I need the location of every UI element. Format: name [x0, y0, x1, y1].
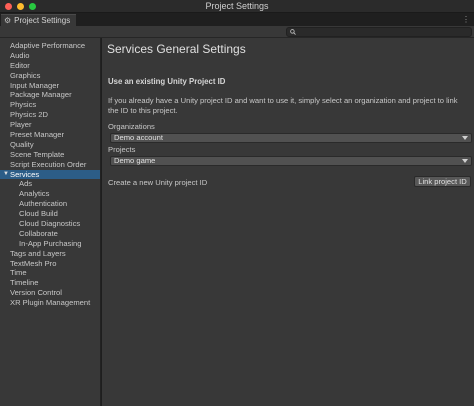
tab-label: Project Settings: [14, 16, 71, 25]
sidebar-item[interactable]: XR Plugin Management: [0, 298, 100, 308]
main-panel: Services General Settings Use an existin…: [102, 38, 474, 406]
gear-icon: ⚙: [4, 15, 12, 25]
window-title: Project Settings: [205, 1, 269, 11]
sidebar-item-label: Editor: [10, 60, 30, 70]
page-title: Services General Settings: [107, 42, 246, 56]
search-icon: [290, 29, 296, 35]
sidebar-item-label: Version Control: [10, 288, 62, 298]
sidebar-item-label: In-App Purchasing: [19, 238, 82, 248]
tab-project-settings[interactable]: ⚙ Project Settings: [1, 14, 76, 26]
sidebar-item[interactable]: Preset Manager: [0, 130, 100, 140]
sidebar-item-label: Graphics: [10, 70, 41, 80]
sidebar-item-label: Physics 2D: [10, 110, 48, 120]
sidebar-item[interactable]: TextMesh Pro: [0, 259, 100, 269]
tab-bar: ⚙ Project Settings ⋮: [0, 13, 474, 26]
settings-sidebar: Adaptive Performance Audio Editor Graphics I…: [0, 38, 101, 406]
sidebar-item[interactable]: Script Execution Order: [0, 160, 100, 170]
sidebar-item[interactable]: Collaborate: [0, 229, 100, 239]
link-project-id-button[interactable]: Link project ID: [414, 176, 471, 187]
sidebar-item-label: Analytics: [19, 189, 50, 199]
sidebar-item-label: TextMesh Pro: [10, 258, 57, 268]
description-text: If you already have a Unity project ID a…: [108, 96, 458, 115]
sidebar-item[interactable]: Audio: [0, 51, 100, 61]
sidebar-item-label: Cloud Build: [19, 209, 58, 219]
sidebar-item[interactable]: Input Manager: [0, 81, 100, 91]
title-bar: Project Settings: [0, 0, 474, 13]
sidebar-item[interactable]: Package Manager: [0, 90, 100, 100]
sidebar-item-label: Collaborate: [19, 228, 58, 238]
sidebar-item[interactable]: Scene Template: [0, 150, 100, 160]
sidebar-item-label: Services: [10, 169, 40, 179]
sidebar-item-label: Physics: [10, 100, 37, 110]
sidebar-item-label: Preset Manager: [10, 130, 65, 140]
sidebar-item-label: Cloud Diagnostics: [19, 219, 81, 229]
sidebar-item-label: XR Plugin Management: [10, 298, 91, 308]
sidebar-item[interactable]: Tags and Layers: [0, 249, 100, 259]
sidebar-item-label: Input Manager: [10, 80, 59, 90]
create-project-label: Create a new Unity project ID: [108, 178, 208, 187]
sidebar-item[interactable]: In-App Purchasing: [0, 239, 100, 249]
sidebar-item-label: Authentication: [19, 199, 68, 209]
chevron-down-icon[interactable]: ▼: [3, 170, 9, 180]
organizations-dropdown[interactable]: Demo account: [110, 133, 472, 143]
sidebar-item[interactable]: Ads: [0, 179, 100, 189]
sidebar-item[interactable]: Timeline: [0, 278, 100, 288]
organizations-value: Demo account: [114, 133, 163, 142]
sidebar-item[interactable]: ▼ Services: [0, 169, 100, 180]
sidebar-item-label: Ads: [19, 179, 33, 189]
search-input[interactable]: [298, 28, 468, 36]
sidebar-item-label: Time: [10, 268, 27, 278]
sidebar-item-label: Audio: [10, 50, 30, 60]
sidebar-item[interactable]: Cloud Build: [0, 209, 100, 219]
sidebar-item-label: Package Manager: [10, 90, 72, 100]
sidebar-item-label: Script Execution Order: [10, 159, 87, 169]
projects-label: Projects: [108, 145, 136, 154]
projects-dropdown[interactable]: Demo game: [110, 156, 472, 166]
toolbar: [0, 26, 474, 38]
sidebar-item-label: Scene Template: [10, 149, 65, 159]
sidebar-item-label: Tags and Layers: [10, 248, 66, 258]
organizations-label: Organizations: [108, 122, 155, 131]
sidebar-item[interactable]: Player: [0, 120, 100, 130]
sidebar-item[interactable]: Authentication: [0, 199, 100, 209]
sidebar-item[interactable]: Time: [0, 268, 100, 278]
chevron-down-icon: [462, 159, 468, 163]
sidebar-item[interactable]: Physics 2D: [0, 110, 100, 120]
sidebar-item[interactable]: Editor: [0, 61, 100, 71]
sidebar-item[interactable]: Version Control: [0, 288, 100, 298]
sidebar-item[interactable]: Adaptive Performance: [0, 41, 100, 51]
sidebar-item-label: Player: [10, 120, 32, 130]
sidebar-item[interactable]: Physics: [0, 100, 100, 110]
sidebar-item-label: Quality: [10, 139, 34, 149]
sidebar-item[interactable]: Cloud Diagnostics: [0, 219, 100, 229]
chevron-down-icon: [462, 136, 468, 140]
sidebar-item[interactable]: Analytics: [0, 189, 100, 199]
section-heading: Use an existing Unity Project ID: [108, 77, 226, 86]
sidebar-item-label: Adaptive Performance: [10, 41, 86, 50]
kebab-menu-icon[interactable]: ⋮: [462, 15, 470, 24]
projects-value: Demo game: [114, 156, 156, 165]
sidebar-item-label: Timeline: [10, 278, 39, 288]
sidebar-item[interactable]: Quality: [0, 140, 100, 150]
sidebar-item[interactable]: Graphics: [0, 71, 100, 81]
search-box[interactable]: [286, 27, 472, 37]
